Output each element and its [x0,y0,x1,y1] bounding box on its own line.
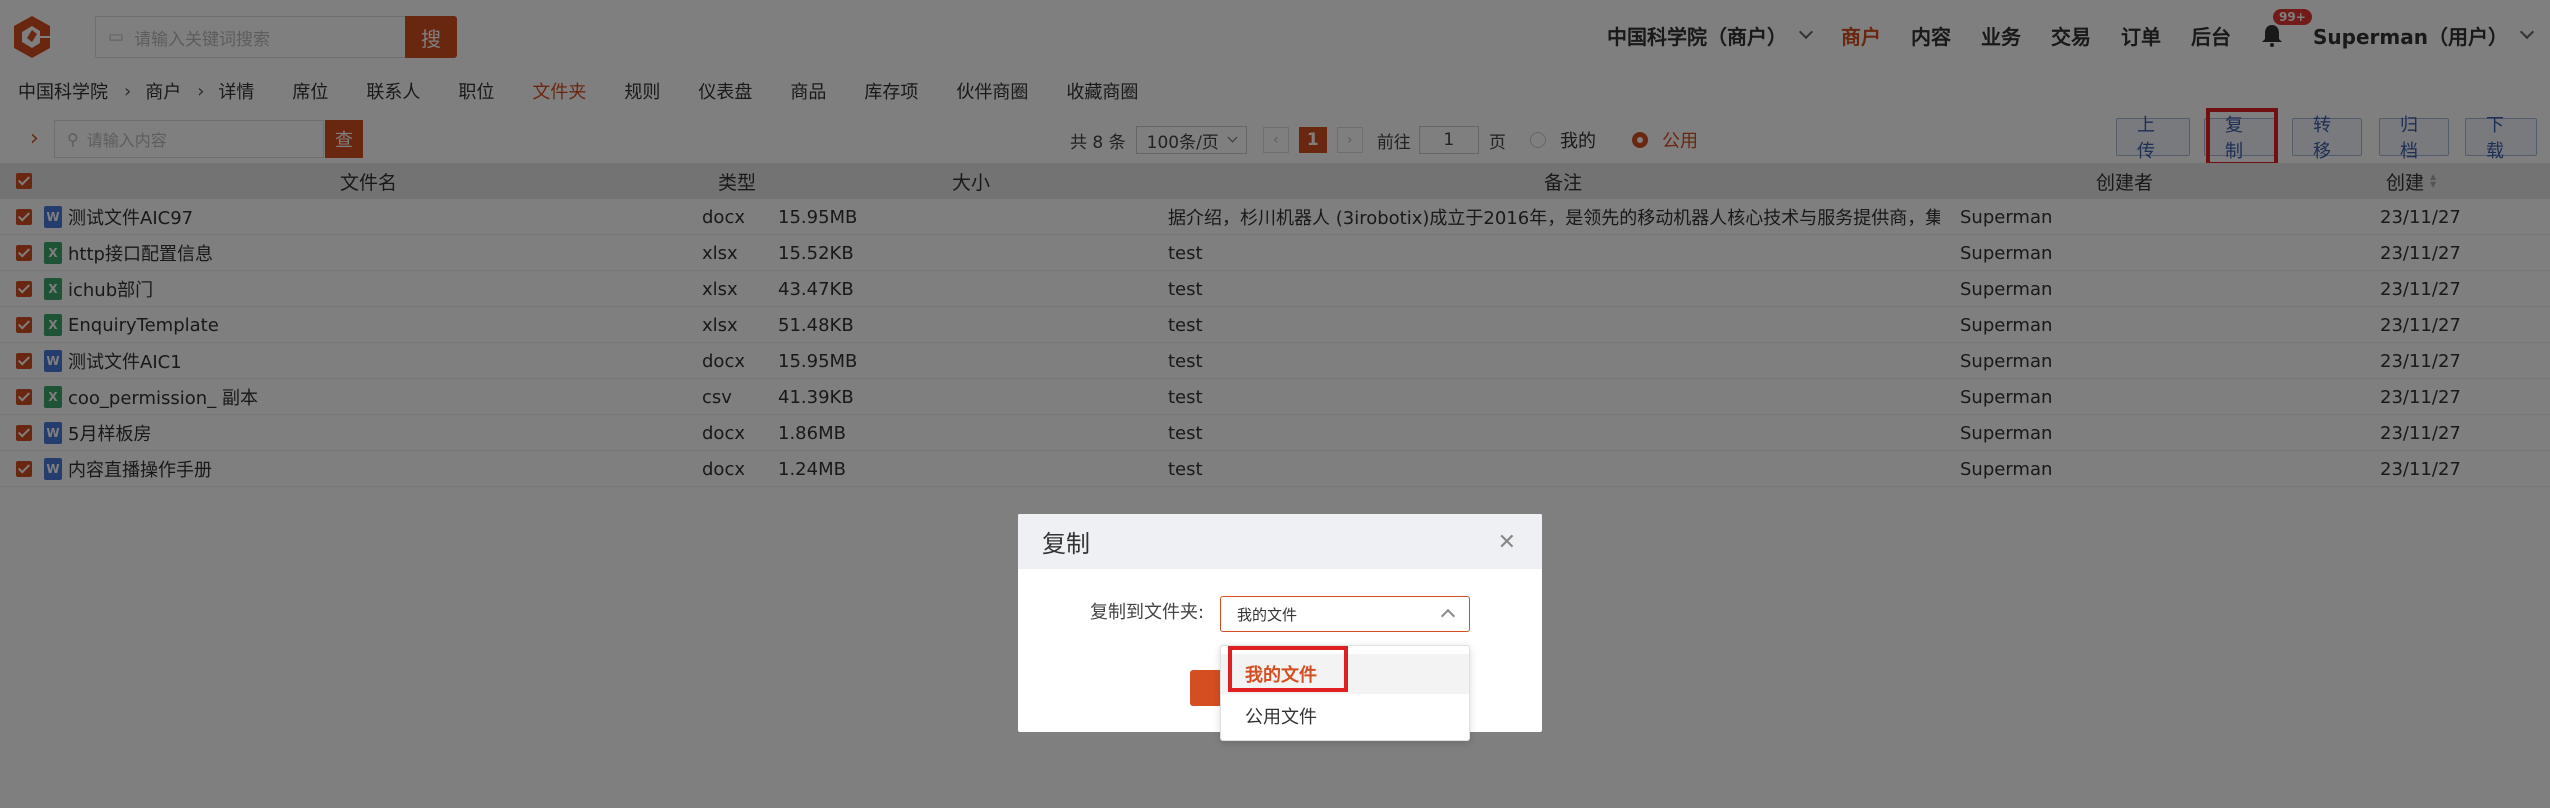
option-public-files[interactable]: 公用文件 [1221,696,1469,736]
option-highlight [1228,646,1348,692]
chevron-up-icon [1440,608,1456,624]
close-icon[interactable]: ✕ [1498,530,1516,555]
target-folder-label: 复制到文件夹: [1090,602,1205,623]
dialog-header: 复制 ✕ [1018,514,1542,569]
dialog-title: 复制 [1042,530,1090,558]
target-folder-select[interactable]: 我的文件 [1220,596,1470,632]
